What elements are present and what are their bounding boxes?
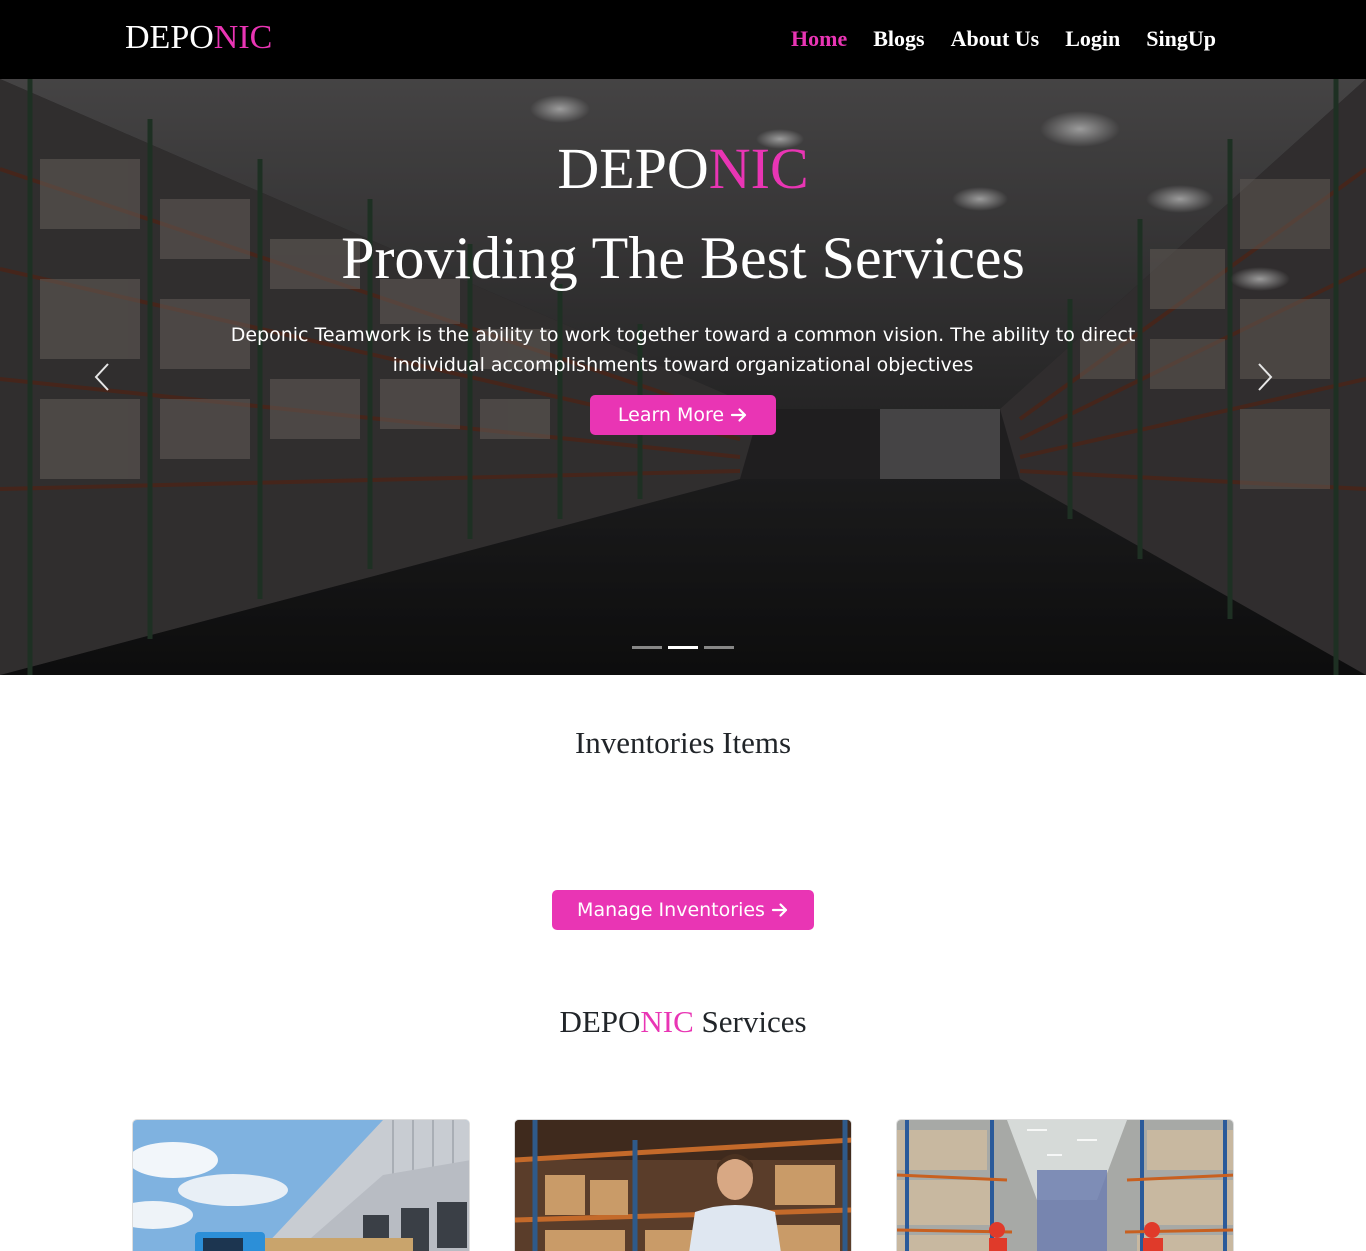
brand-logo[interactable]: DEPONIC: [125, 18, 272, 58]
hero-brand-part1: DEPO: [557, 136, 709, 201]
service-card-truck[interactable]: [132, 1119, 470, 1251]
carousel-indicator-2[interactable]: [668, 646, 698, 649]
chevron-right-icon: [1258, 363, 1273, 391]
brand-logo-part1: DEPO: [125, 19, 214, 56]
nav-link-blogs[interactable]: Blogs: [873, 24, 924, 54]
hero-carousel: DEPONIC Providing The Best Services Depo…: [0, 79, 1366, 675]
services-cards: [132, 1119, 1234, 1251]
brand-logo-part2: NIC: [213, 19, 273, 56]
carousel-indicators: [632, 646, 734, 649]
carousel-indicator-3[interactable]: [704, 646, 734, 649]
top-navbar: DEPONIC Home Blogs About Us Login SingUp: [0, 0, 1366, 79]
nav-link-login[interactable]: Login: [1065, 24, 1120, 54]
learn-more-button[interactable]: Learn More: [590, 395, 776, 435]
nav-links: Home Blogs About Us Login SingUp: [791, 24, 1216, 54]
hero-title: Providing The Best Services: [341, 225, 1025, 291]
nav-link-signup[interactable]: SingUp: [1146, 24, 1216, 54]
services-section-title: DEPONIC Services: [0, 1002, 1366, 1042]
manage-inventories-button[interactable]: Manage Inventories: [552, 890, 814, 930]
hero-description: Deponic Teamwork is the ability to work …: [230, 324, 1136, 376]
services-title-part2: NIC: [640, 1004, 694, 1039]
learn-more-label: Learn More: [617, 404, 725, 426]
inventories-section-title: Inventories Items: [574, 725, 792, 760]
hero-brand-part2: NIC: [708, 136, 809, 201]
manage-inventories-label: Manage Inventories: [577, 899, 765, 921]
truck-warehouse-image: [133, 1120, 469, 1251]
warehouse-storage-image: [897, 1120, 1233, 1251]
services-title-part3: Services: [693, 1004, 807, 1039]
arrow-right-icon: [771, 903, 788, 917]
service-card-worker[interactable]: [514, 1119, 852, 1251]
hero-brand: DEPONIC: [0, 134, 1366, 204]
arrow-right-icon: [731, 408, 747, 422]
carousel-indicator-1[interactable]: [632, 646, 662, 649]
carousel-prev-button[interactable]: [88, 359, 118, 395]
services-title-part1: DEPO: [559, 1004, 641, 1039]
nav-link-about-us[interactable]: About Us: [951, 24, 1040, 54]
warehouse-worker-image: [515, 1120, 851, 1251]
nav-link-home[interactable]: Home: [791, 24, 847, 54]
service-card-storage[interactable]: [896, 1119, 1234, 1251]
carousel-next-button[interactable]: [1249, 359, 1279, 395]
chevron-left-icon: [94, 363, 109, 391]
